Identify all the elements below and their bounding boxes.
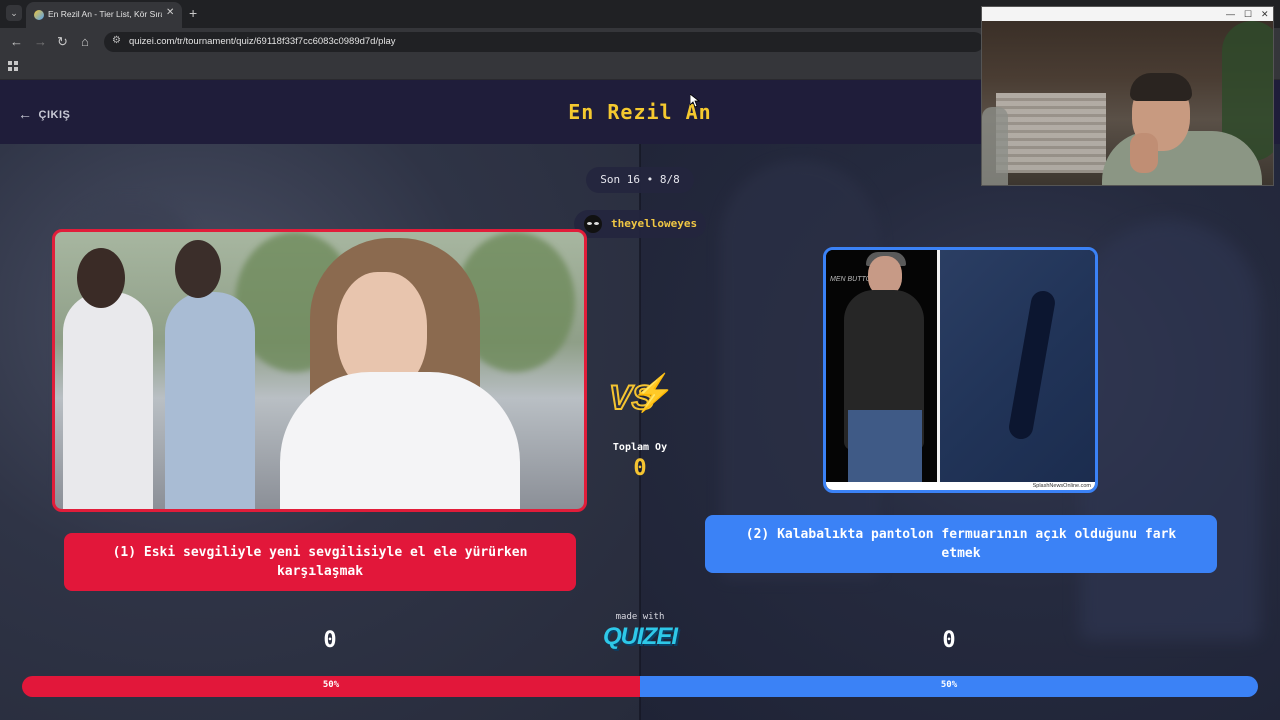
zipper-shape [1007,289,1057,441]
bar-right-percent: 50% [940,680,958,690]
close-icon[interactable]: ✕ [1261,8,1269,20]
woman-body [280,372,520,509]
total-votes-label: Toplam Oy [612,442,668,453]
webcam-video [982,21,1273,185]
person-figure [165,292,255,509]
made-with-text: made with [615,612,665,622]
photo-right-panel [940,250,1095,490]
person-figure [982,107,1008,185]
tab-title: En Rezil An - Tier List, Kör Sıralama [48,9,162,19]
photo-left-panel: MEN BUTTON [826,250,937,490]
browser-tab[interactable]: En Rezil An - Tier List, Kör Sıralama ✕ [26,2,182,28]
back-icon[interactable]: ← [10,34,23,50]
reload-icon[interactable]: ↻ [57,34,68,50]
webcam-titlebar[interactable]: — ☐ ✕ [982,7,1273,21]
photo-caption: SplashNewsOnline.com [1032,483,1091,489]
quizei-logo[interactable]: QUIZEI [596,623,684,651]
tab-close-icon[interactable]: ✕ [166,7,174,18]
user-badge: theyelloweyes [574,210,706,238]
avatar [584,215,602,233]
total-votes-value: 0 [633,456,647,481]
option-right-button[interactable]: (2) Kalabalıkta pantolon fermuarının açı… [705,515,1217,573]
minimize-icon[interactable]: — [1226,8,1235,20]
person-figure [63,292,153,509]
username: theyelloweyes [611,217,698,230]
apps-grid-icon[interactable] [8,61,18,71]
versus-icon: VS ⚡ [605,372,676,423]
site-info-icon[interactable]: ⚙ [112,35,121,46]
option-right-image[interactable]: MEN BUTTON SplashNewsOnline.com [823,247,1098,493]
man-jeans [848,410,922,488]
score-left: 0 [323,628,337,653]
person-hand [1130,133,1158,173]
tab-list-button[interactable]: ⌄ [6,5,22,21]
webcam-window[interactable]: — ☐ ✕ [981,6,1274,186]
maximize-icon[interactable]: ☐ [1244,8,1252,20]
bar-left-fill: 50% [22,676,640,697]
person-head [175,240,221,298]
home-icon[interactable]: ⌂ [81,34,89,50]
url-text: quizei.com/tr/tournament/quiz/69118f33f7… [129,36,396,47]
url-field[interactable]: ⚙ quizei.com/tr/tournament/quiz/69118f33… [104,32,984,52]
option-left-button[interactable]: (1) Eski sevgiliyle yeni sevgilisiyle el… [64,533,576,591]
option-left-image[interactable] [52,229,587,512]
new-tab-button[interactable]: + [189,5,197,21]
vote-percentage-bar: 50% 50% [22,676,1258,697]
person-head [77,248,125,308]
favicon-icon [34,10,44,20]
score-right: 0 [942,628,956,653]
window-blinds [996,93,1106,173]
lightning-icon: ⚡ [631,372,676,413]
bar-right-fill: 50% [640,676,1258,697]
round-badge: Son 16 • 8/8 [586,167,694,193]
person-hair [1130,73,1192,101]
forward-icon[interactable]: → [34,34,47,50]
bg-shape [1080,220,1260,640]
bar-left-percent: 50% [322,680,340,690]
